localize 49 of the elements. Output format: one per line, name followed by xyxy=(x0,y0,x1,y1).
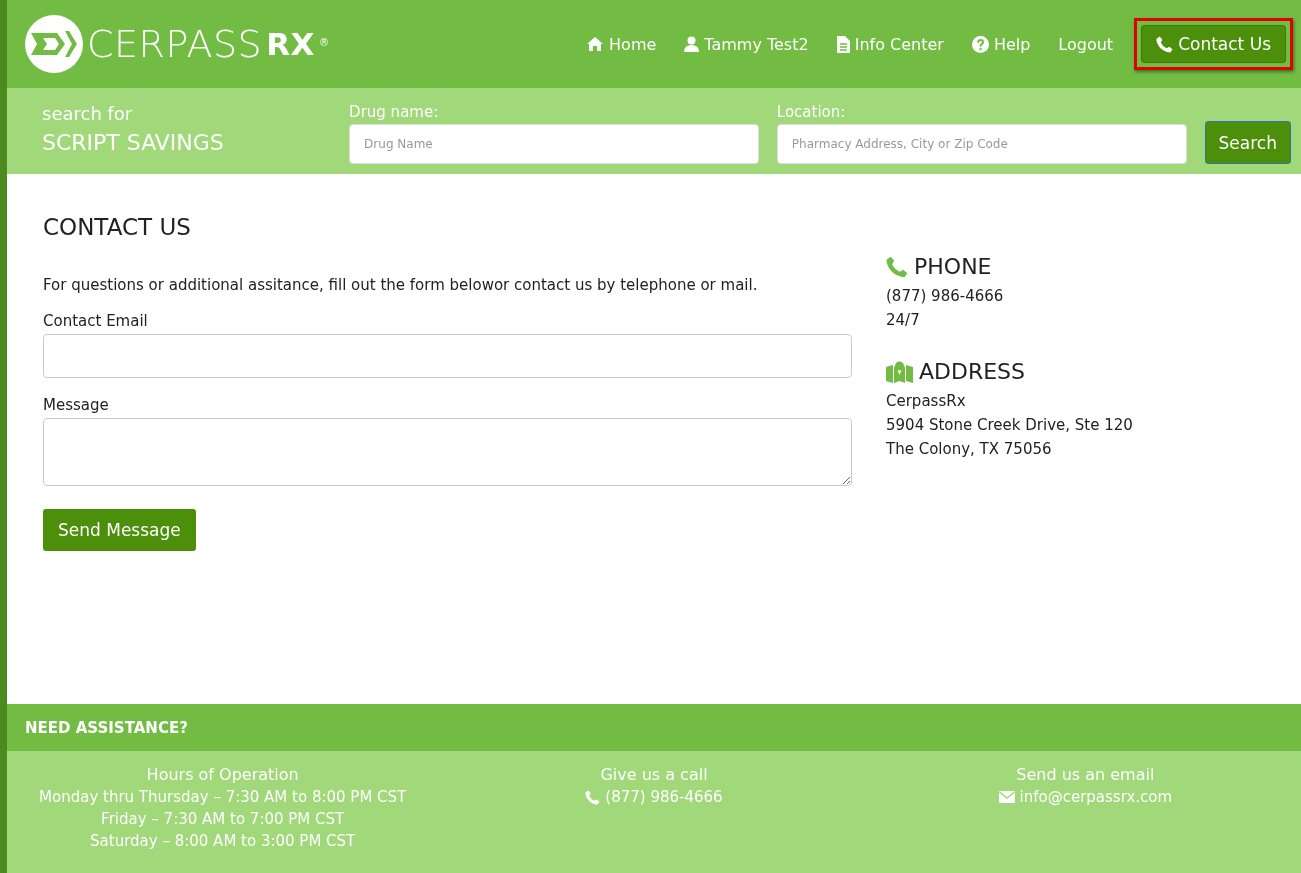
map-icon xyxy=(886,360,913,383)
help-icon xyxy=(971,35,989,53)
logo-text: CERPASS xyxy=(87,22,263,66)
field-label: Message xyxy=(43,396,110,414)
email-link[interactable]: info@cerpassrx.com xyxy=(1019,788,1173,806)
document-icon xyxy=(836,35,850,53)
email-icon xyxy=(998,791,1015,803)
footer-text: Saturday – 8:00 AM to 3:00 PM CST xyxy=(90,832,356,850)
footer-text: Monday thru Thursday – 7:30 AM to 8:00 PM CST xyxy=(39,788,407,806)
footer-heading: Give us a call xyxy=(600,765,708,784)
nav-link[interactable]: Home xyxy=(586,34,657,54)
footer-text: (877) 986-4666 xyxy=(605,788,723,806)
info-heading: ADDRESS xyxy=(919,359,1026,384)
search-field[interactable]: Pharmacy Address, City or Zip Code xyxy=(776,124,1187,164)
info-text: (877) 986-4666 xyxy=(886,287,1005,305)
phone-icon xyxy=(585,789,601,805)
nav-link[interactable]: Info Center xyxy=(836,34,944,54)
home-icon xyxy=(586,36,605,52)
nav-link[interactable]: Tammy Test2 xyxy=(684,34,809,54)
field-label: Contact Email xyxy=(43,312,149,330)
footer-heading: Hours of Operation xyxy=(146,765,299,784)
info-text: The Colony, TX 75056 xyxy=(886,440,1053,458)
search-title: SCRIPT SAVINGS xyxy=(42,130,225,155)
user-icon xyxy=(684,36,700,52)
search-button[interactable]: Search xyxy=(1204,121,1291,164)
message-field[interactable] xyxy=(43,418,852,486)
registered-mark: ® xyxy=(318,37,329,48)
email-field[interactable] xyxy=(43,334,852,378)
info-text: 5904 Stone Creek Drive, Ste 120 xyxy=(886,416,1133,434)
phone-icon xyxy=(1156,35,1174,53)
field-label: Location: xyxy=(776,103,847,121)
footer-heading: Send us an email xyxy=(1016,765,1155,784)
phone-icon xyxy=(886,255,908,278)
footer-text: Friday – 7:30 AM to 7:00 PM CST xyxy=(101,810,345,828)
tagline: search for xyxy=(42,103,134,124)
field-label: Drug name: xyxy=(349,103,440,121)
contact-button[interactable]: Contact Us xyxy=(1141,25,1286,63)
info-text: 24/7 xyxy=(886,311,921,329)
logo-text: RX xyxy=(266,26,315,62)
nav-link[interactable]: Help xyxy=(971,34,1031,54)
logo-icon xyxy=(25,15,83,73)
search-field[interactable]: Drug Name xyxy=(349,124,759,164)
page-heading: CONTACT US xyxy=(43,214,192,240)
intro-text: For questions or additional assitance, fill out the form belowor contact us by telephone or mail. xyxy=(43,276,759,294)
info-text: CerpassRx xyxy=(886,392,967,410)
info-heading: PHONE xyxy=(914,254,992,279)
footer-title: NEED ASSISTANCE? xyxy=(25,718,188,737)
send-message-button[interactable]: Send Message xyxy=(43,509,196,551)
nav-link[interactable]: Logout xyxy=(1058,34,1114,54)
